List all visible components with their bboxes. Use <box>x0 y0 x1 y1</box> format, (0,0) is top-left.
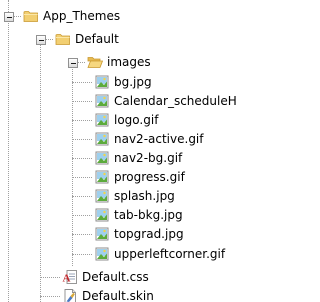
tree-node-label: nav2-bg.gif <box>114 151 183 165</box>
tree-connector <box>72 196 92 197</box>
collapse-images-toggle[interactable] <box>68 58 78 68</box>
svg-text:A: A <box>63 273 71 285</box>
tree-node-file[interactable]: upperleftcorner.gif <box>94 244 225 264</box>
tree-node-app-themes[interactable]: App_Themes <box>23 6 120 26</box>
image-file-icon <box>95 113 109 127</box>
tree-connector <box>72 215 92 216</box>
skin-file-icon <box>64 289 76 302</box>
tree-connector <box>13 16 21 17</box>
css-file-icon: A <box>63 270 77 285</box>
image-file-icon <box>95 132 109 146</box>
tree-connector <box>72 82 92 83</box>
tree-node-default[interactable]: Default <box>55 29 119 49</box>
tree-node-label: upperleftcorner.gif <box>114 247 226 261</box>
tree-connector <box>72 158 92 159</box>
tree-node-file[interactable]: bg.jpg <box>94 72 152 92</box>
tree-node-label: splash.jpg <box>114 189 175 203</box>
tree-node-label: tab-bkg.jpg <box>114 208 183 222</box>
tree-node-default-skin[interactable]: Default.skin <box>62 286 154 302</box>
tree-node-file[interactable]: topgrad.jpg <box>94 224 184 244</box>
tree-node-label: images <box>107 55 151 69</box>
tree-node-default-css[interactable]: A Default.css <box>62 267 149 287</box>
tree-connector <box>72 177 92 178</box>
image-file-icon <box>95 94 109 108</box>
solution-explorer-tree: App_Themes Default images bg.jpg Calenda… <box>0 0 249 302</box>
tree-node-label: bg.jpg <box>114 75 152 89</box>
folder-icon <box>55 34 70 45</box>
tree-node-label: topgrad.jpg <box>114 227 184 241</box>
tree-node-file[interactable]: splash.jpg <box>94 186 175 206</box>
tree-node-label: progress.gif <box>114 170 185 184</box>
tree-node-file[interactable]: Calendar_scheduleH <box>94 91 237 111</box>
tree-connector <box>45 39 53 40</box>
folder-open-icon <box>87 57 103 68</box>
tree-node-file[interactable]: nav2-active.gif <box>94 129 204 149</box>
tree-node-file[interactable]: logo.gif <box>94 110 158 130</box>
folder-icon <box>23 11 38 22</box>
tree-node-file[interactable]: nav2-bg.gif <box>94 148 182 168</box>
image-file-icon <box>95 227 109 241</box>
tree-node-label: nav2-active.gif <box>114 132 204 146</box>
image-file-icon <box>95 75 109 89</box>
tree-connector <box>40 277 60 278</box>
tree-node-label: Default.css <box>82 270 149 284</box>
tree-guide-line <box>40 35 41 302</box>
tree-node-label: App_Themes <box>43 9 121 23</box>
tree-node-file[interactable]: tab-bkg.jpg <box>94 205 183 225</box>
tree-node-images[interactable]: images <box>87 52 151 72</box>
image-file-icon <box>95 151 109 165</box>
collapse-app-themes-toggle[interactable] <box>4 12 14 22</box>
tree-guide-line <box>8 0 9 302</box>
tree-connector <box>77 62 85 63</box>
image-file-icon <box>95 189 109 203</box>
tree-node-file[interactable]: progress.gif <box>94 167 185 187</box>
image-file-icon <box>95 247 109 261</box>
tree-connector <box>72 139 92 140</box>
tree-guide-line <box>72 66 73 266</box>
tree-node-label: Calendar_scheduleH <box>114 94 237 108</box>
tree-node-label: Default <box>75 32 119 46</box>
tree-connector <box>72 120 92 121</box>
tree-connector <box>72 101 92 102</box>
collapse-default-toggle[interactable] <box>36 35 46 45</box>
tree-node-label: Default.skin <box>82 289 154 302</box>
tree-node-label: logo.gif <box>114 113 159 127</box>
tree-connector <box>72 234 92 235</box>
tree-connector <box>40 296 60 297</box>
image-file-icon <box>95 208 109 222</box>
image-file-icon <box>95 170 109 184</box>
tree-connector <box>72 254 92 255</box>
